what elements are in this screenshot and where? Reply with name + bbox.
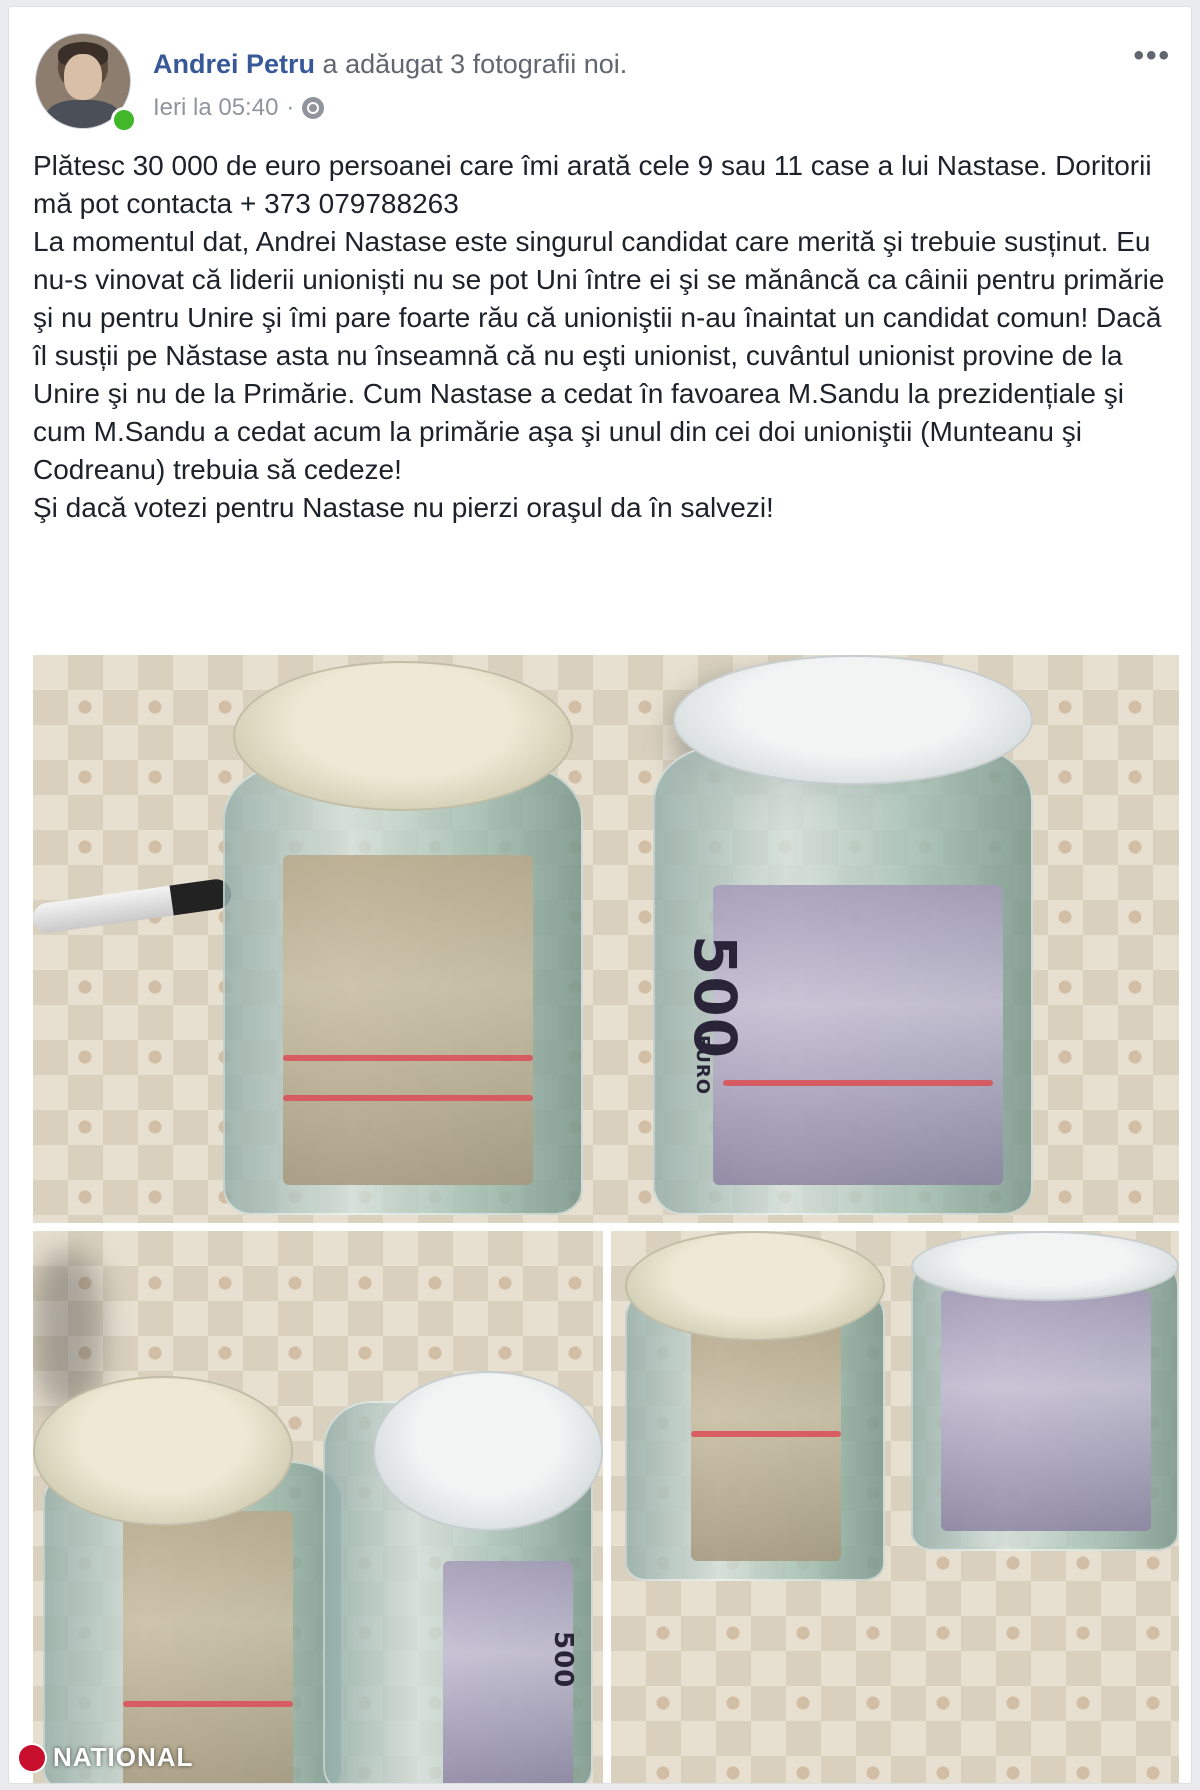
jar-lid-right — [673, 655, 1033, 785]
facebook-post: Andrei Petru a adăugat 3 fotografii noi.… — [8, 6, 1192, 1784]
avatar-shirt — [46, 100, 120, 128]
banknotes-stack-right — [713, 885, 1003, 1185]
post-photo-3[interactable] — [611, 1231, 1179, 1783]
watermark-text: NATIONAL — [53, 1742, 194, 1772]
banknotes-stack-left — [691, 1321, 841, 1561]
jar-lid-left — [233, 661, 573, 811]
banknote-currency-label: EURO — [692, 1035, 713, 1096]
post-meta: Ieri la 05:40 · — [153, 93, 325, 123]
rubber-band-left — [123, 1701, 293, 1707]
post-timestamp-link[interactable]: Ieri la 05:40 — [153, 93, 278, 123]
jar-lid-left — [33, 1376, 293, 1526]
photo-grid: 500 EURO 500 — [33, 655, 1181, 1783]
post-paragraph-3: Şi dacă votezi pentru Nastase nu pierzi … — [33, 492, 774, 523]
rubber-band-left — [691, 1431, 841, 1437]
post-photo-2[interactable]: 500 — [33, 1231, 603, 1783]
national-watermark: NATIONAL — [17, 1742, 193, 1773]
author-line: Andrei Petru a adăugat 3 fotografii noi. — [153, 47, 627, 81]
post-header: Andrei Petru a adăugat 3 fotografii noi.… — [9, 7, 1191, 137]
banknotes-stack-right — [941, 1291, 1151, 1531]
banknotes-stack-left — [283, 855, 533, 1185]
avatar-face — [64, 54, 102, 100]
national-logo-icon — [17, 1742, 47, 1773]
rubber-band-left — [283, 1055, 533, 1061]
rubber-band-right — [723, 1080, 993, 1086]
banknote-value-label: 500 — [548, 1631, 578, 1689]
meta-separator: · — [286, 94, 295, 121]
jar-lid-right — [911, 1231, 1179, 1301]
jar-lid-left — [625, 1231, 885, 1341]
rubber-band-left-2 — [283, 1095, 533, 1101]
post-paragraph-1: Plătesc 30 000 de euro persoanei care îm… — [33, 150, 1152, 219]
post-body: Plătesc 30 000 de euro persoanei care îm… — [33, 147, 1173, 527]
globe-icon[interactable] — [302, 97, 325, 119]
author-name-link[interactable]: Andrei Petru — [153, 49, 315, 79]
post-action-text: a adăugat 3 fotografii noi. — [322, 49, 628, 79]
online-status-icon — [111, 107, 137, 133]
post-paragraph-2: La momentul dat, Andrei Nastase este sin… — [33, 226, 1165, 485]
post-photo-1[interactable]: 500 EURO — [33, 655, 1179, 1223]
jar-lid-right — [373, 1371, 603, 1531]
more-options-icon[interactable]: ••• — [1133, 41, 1171, 71]
